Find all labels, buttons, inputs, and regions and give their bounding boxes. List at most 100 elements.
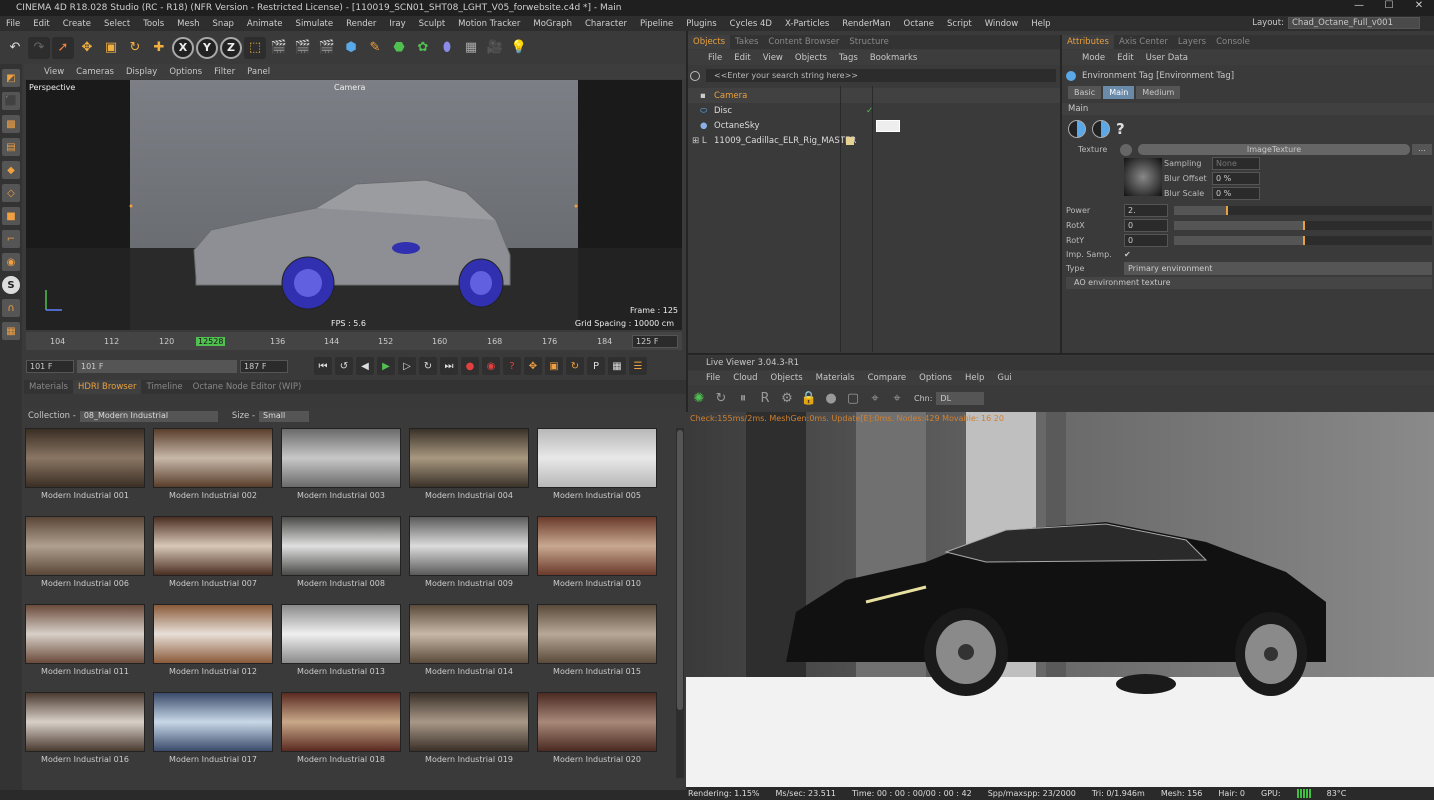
blur-offset-field[interactable]: 0 %	[1212, 172, 1260, 185]
minimize-icon[interactable]: —	[1344, 0, 1374, 11]
axis-mode-icon[interactable]: ⌐	[2, 230, 20, 248]
live-viewer-menu-item[interactable]: File	[706, 373, 720, 383]
render-view-icon[interactable]: 🎬	[268, 37, 290, 59]
frame-range-slider[interactable]: 101 F	[77, 359, 237, 373]
roty-slider[interactable]	[1174, 236, 1432, 245]
subdivision-icon[interactable]: ⬣	[388, 37, 410, 59]
sampling-dropdown[interactable]: None	[1212, 157, 1260, 170]
grid-icon[interactable]: ▦	[2, 322, 20, 340]
hdri-item[interactable]: Modern Industrial 004	[408, 428, 530, 500]
play-icon[interactable]: ▶	[377, 357, 395, 375]
end-frame-field[interactable]: 187 F	[240, 359, 288, 373]
object-row[interactable]: ● OctaneSky	[688, 118, 1060, 133]
rotate-tool-icon[interactable]: ↻	[124, 37, 146, 59]
menu-item[interactable]: Snap	[213, 19, 234, 29]
snap-icon[interactable]: S	[2, 276, 20, 294]
objects-menu-item[interactable]: View	[763, 53, 783, 63]
tab-axis-center[interactable]: Axis Center	[1114, 35, 1173, 49]
key-scale-icon[interactable]: ▣	[545, 357, 563, 375]
tab-layers[interactable]: Layers	[1173, 35, 1211, 49]
key-position-icon[interactable]: ✥	[524, 357, 542, 375]
viewport-menu-item[interactable]: Options	[169, 67, 202, 77]
size-dropdown[interactable]: Small	[259, 410, 310, 422]
menu-item[interactable]: X-Particles	[785, 19, 829, 29]
channel-dropdown[interactable]: DL	[936, 391, 985, 405]
menu-item[interactable]: Octane	[904, 19, 935, 29]
hdri-item[interactable]: Modern Industrial 005	[536, 428, 658, 500]
objects-menu-item[interactable]: Tags	[839, 53, 858, 63]
tab-structure[interactable]: Structure	[844, 35, 894, 49]
restart-icon[interactable]: ↻	[712, 389, 730, 407]
timeline-current-frame[interactable]: 125 F	[632, 335, 678, 348]
attributes-menu-item[interactable]: Edit	[1117, 53, 1133, 63]
start-frame-field[interactable]: 101 F	[26, 359, 74, 373]
tab-timeline[interactable]: Timeline	[141, 380, 187, 394]
key-pla-icon[interactable]: ▦	[608, 357, 626, 375]
pick-material-icon[interactable]: ⌖	[888, 389, 906, 407]
close-icon[interactable]: ✕	[1404, 0, 1434, 11]
hdri-item[interactable]: Modern Industrial 007	[152, 516, 274, 588]
objects-search-input[interactable]: <<Enter your search string here>>	[706, 69, 1056, 82]
viewport-menu-item[interactable]: Panel	[247, 67, 270, 77]
objects-menu-item[interactable]: File	[708, 53, 722, 63]
panel-divider[interactable]	[688, 353, 1434, 355]
goto-end-icon[interactable]: ⏭	[440, 357, 458, 375]
live-viewer-menu-item[interactable]: Options	[919, 373, 952, 383]
menu-item[interactable]: RenderMan	[842, 19, 890, 29]
hdri-item[interactable]: Modern Industrial 016	[24, 692, 146, 764]
menu-item[interactable]: Help	[1031, 19, 1050, 29]
power-field[interactable]: 2.	[1124, 204, 1168, 217]
octane-send-icon[interactable]: ✺	[690, 389, 708, 407]
object-row[interactable]: ⊞ L 11009_Cadillac_ELR_Rig_MASTER	[688, 133, 1060, 148]
menu-item[interactable]: File	[6, 19, 20, 29]
environment-tag-icon[interactable]	[876, 119, 900, 132]
texture-button[interactable]: ImageTexture	[1138, 144, 1410, 155]
record-icon[interactable]: ●	[461, 357, 479, 375]
hdri-scrollbar[interactable]	[676, 428, 684, 778]
sky-preview-icon[interactable]	[1092, 120, 1110, 138]
live-viewer-menu-item[interactable]: Cloud	[733, 373, 757, 383]
magnet-icon[interactable]: ∩	[2, 299, 20, 317]
hdri-item[interactable]: Modern Industrial 006	[24, 516, 146, 588]
search-icon[interactable]	[690, 70, 700, 81]
menu-item[interactable]: Create	[63, 19, 91, 29]
hdri-item[interactable]: Modern Industrial 015	[536, 604, 658, 676]
timeline-playhead[interactable]: 12528	[196, 336, 226, 346]
maximize-icon[interactable]: ☐	[1374, 0, 1404, 11]
hdri-item[interactable]: Modern Industrial 018	[280, 692, 402, 764]
live-viewer-menu-item[interactable]: Objects	[771, 373, 803, 383]
texture-more-button[interactable]: ...	[1412, 144, 1432, 155]
hdri-item[interactable]: Modern Industrial 002	[152, 428, 274, 500]
tab-console[interactable]: Console	[1211, 35, 1255, 49]
roty-field[interactable]: 0	[1124, 234, 1168, 247]
hdri-item[interactable]: Modern Industrial 001	[24, 428, 146, 500]
viewport-menu-item[interactable]: Filter	[214, 67, 235, 77]
move-tool-icon[interactable]: ✥	[76, 37, 98, 59]
texture-mode-icon[interactable]: ▩	[2, 115, 20, 133]
menu-item[interactable]: Plugins	[686, 19, 716, 29]
hdri-item[interactable]: Modern Industrial 003	[280, 428, 402, 500]
edges-mode-icon[interactable]: ◇	[2, 184, 20, 202]
hdri-item[interactable]: Modern Industrial 017	[152, 692, 274, 764]
prev-frame-icon[interactable]: ◀	[356, 357, 374, 375]
viewport-menu-item[interactable]: Cameras	[76, 67, 114, 77]
tab-objects[interactable]: Objects	[688, 35, 731, 49]
make-editable-icon[interactable]: ◩	[2, 69, 20, 87]
key-param-icon[interactable]: P	[587, 357, 605, 375]
menu-item[interactable]: Sculpt	[419, 19, 446, 29]
attributes-menu-item[interactable]: User Data	[1146, 53, 1188, 63]
collection-dropdown[interactable]: 08_Modern Industrial	[79, 410, 218, 422]
material-ball-icon[interactable]: ●	[822, 389, 840, 407]
object-row[interactable]: ⬭ Disc ✓	[688, 103, 1060, 118]
pick-focus-icon[interactable]: ⌖	[866, 389, 884, 407]
settings-gear-icon[interactable]: ⚙	[778, 389, 796, 407]
perspective-viewport[interactable]: Perspective Camera FPS : 5.6 Frame : 125…	[26, 80, 682, 330]
scale-tool-icon[interactable]: ▣	[100, 37, 122, 59]
blur-scale-field[interactable]: 0 %	[1212, 187, 1260, 200]
tab-materials[interactable]: Materials	[24, 380, 73, 394]
mograph-icon[interactable]: ✿	[412, 37, 434, 59]
timeline-ruler[interactable]: 104 112 120 136 144 152 160 168 176 184 …	[26, 332, 682, 350]
panel-divider[interactable]	[1060, 35, 1062, 353]
pen-icon[interactable]: ✎	[364, 37, 386, 59]
clay-mode-icon[interactable]: ▢	[844, 389, 862, 407]
